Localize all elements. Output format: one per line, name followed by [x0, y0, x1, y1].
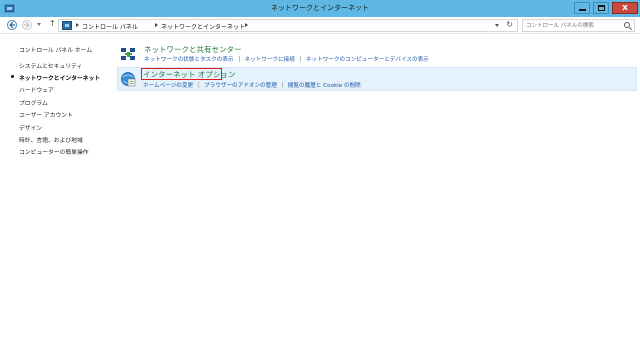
control-panel-icon	[62, 21, 72, 30]
breadcrumb-separator-icon[interactable]	[76, 23, 79, 27]
breadcrumb-control-panel[interactable]: コントロール パネル	[82, 22, 138, 31]
current-page-bullet-icon	[11, 75, 14, 78]
breadcrumb-network-internet[interactable]: ネットワークとインターネット	[161, 22, 245, 31]
highlight-annotation-box	[141, 68, 222, 80]
link-divider	[281, 82, 283, 88]
maximize-button[interactable]	[593, 2, 609, 14]
link-divider	[299, 56, 301, 62]
sidebar-item-appearance[interactable]: デザイン	[19, 123, 42, 132]
sidebar-item-ease-of-access[interactable]: コンピューターの簡単操作	[19, 147, 89, 156]
sidebar-item-hardware[interactable]: ハードウェア	[19, 85, 54, 94]
category-network-sharing-center: ネットワークと共有センター ネットワークの状態とタスクの表示 ネットワークに接続ネ…	[118, 44, 518, 64]
refresh-icon[interactable]: ↻	[506, 20, 513, 29]
close-button[interactable]: x	[612, 2, 638, 14]
sidebar-item-control-panel-home[interactable]: コントロール パネル ホーム	[19, 45, 92, 54]
forward-arrow-icon	[24, 21, 30, 29]
close-icon: x	[622, 3, 628, 13]
window-title: ネットワークとインターネット	[271, 4, 369, 12]
category-links: ネットワークの状態とタスクの表示 ネットワークに接続 ネットワークのコンピューターと…	[144, 55, 429, 63]
search-box[interactable]	[522, 19, 635, 32]
sidebar-item-user-accounts[interactable]: ユーザー アカウント	[19, 110, 73, 119]
link-change-homepage[interactable]: ホームページの変更	[143, 83, 193, 89]
maximize-icon	[598, 5, 605, 11]
breadcrumb-separator-icon[interactable]	[155, 23, 158, 27]
search-input[interactable]	[526, 21, 621, 30]
link-divider	[238, 56, 240, 62]
minimize-button[interactable]	[574, 2, 590, 14]
link-divider	[198, 82, 200, 88]
link-view-network-status[interactable]: ネットワークの状態とタスクの表示	[144, 57, 234, 63]
address-bar[interactable]: コントロール パネル ネットワークとインターネット ↻	[58, 19, 518, 32]
address-dropdown-icon[interactable]	[495, 24, 499, 27]
back-arrow-icon	[9, 21, 15, 29]
link-connect-to-network[interactable]: ネットワークに接続	[245, 57, 295, 63]
minimize-icon	[579, 9, 586, 11]
search-icon[interactable]	[624, 22, 630, 28]
navigation-bar: ↑ コントロール パネル ネットワークとインターネット ↻	[0, 17, 640, 34]
category-title[interactable]: ネットワークと共有センター	[144, 44, 242, 55]
forward-button[interactable]	[22, 20, 32, 30]
sidebar-item-network-internet[interactable]: ネットワークとインターネット	[19, 73, 100, 82]
recent-locations-dropdown[interactable]	[37, 23, 41, 26]
sidebar-item-system-security[interactable]: システムとセキュリティ	[19, 61, 82, 70]
sidebar-item-clock-language-region[interactable]: 時計、言語、および地域	[19, 135, 83, 144]
left-navigation-pane: コントロール パネル ホーム システムとセキュリティ ネットワークとインターネッ…	[0, 35, 115, 360]
link-delete-browsing-history[interactable]: 閲覧の履歴と Cookie の削除	[288, 83, 361, 89]
link-view-network-devices[interactable]: ネットワークのコンピューターとデバイスの表示	[306, 57, 429, 63]
back-button[interactable]	[7, 20, 17, 30]
network-sharing-icon[interactable]	[120, 46, 137, 63]
up-arrow-icon[interactable]: ↑	[49, 19, 56, 28]
sidebar-item-programs[interactable]: プログラム	[19, 98, 48, 107]
breadcrumb-separator-icon[interactable]	[245, 23, 248, 27]
category-links: ホームページの変更 ブラウザーのアドオンの管理 閲覧の履歴と Cookie の削除	[143, 81, 361, 89]
link-manage-addons[interactable]: ブラウザーのアドオンの管理	[204, 83, 277, 89]
title-bar: ネットワークとインターネット x	[0, 0, 640, 17]
internet-options-icon[interactable]	[120, 71, 137, 88]
